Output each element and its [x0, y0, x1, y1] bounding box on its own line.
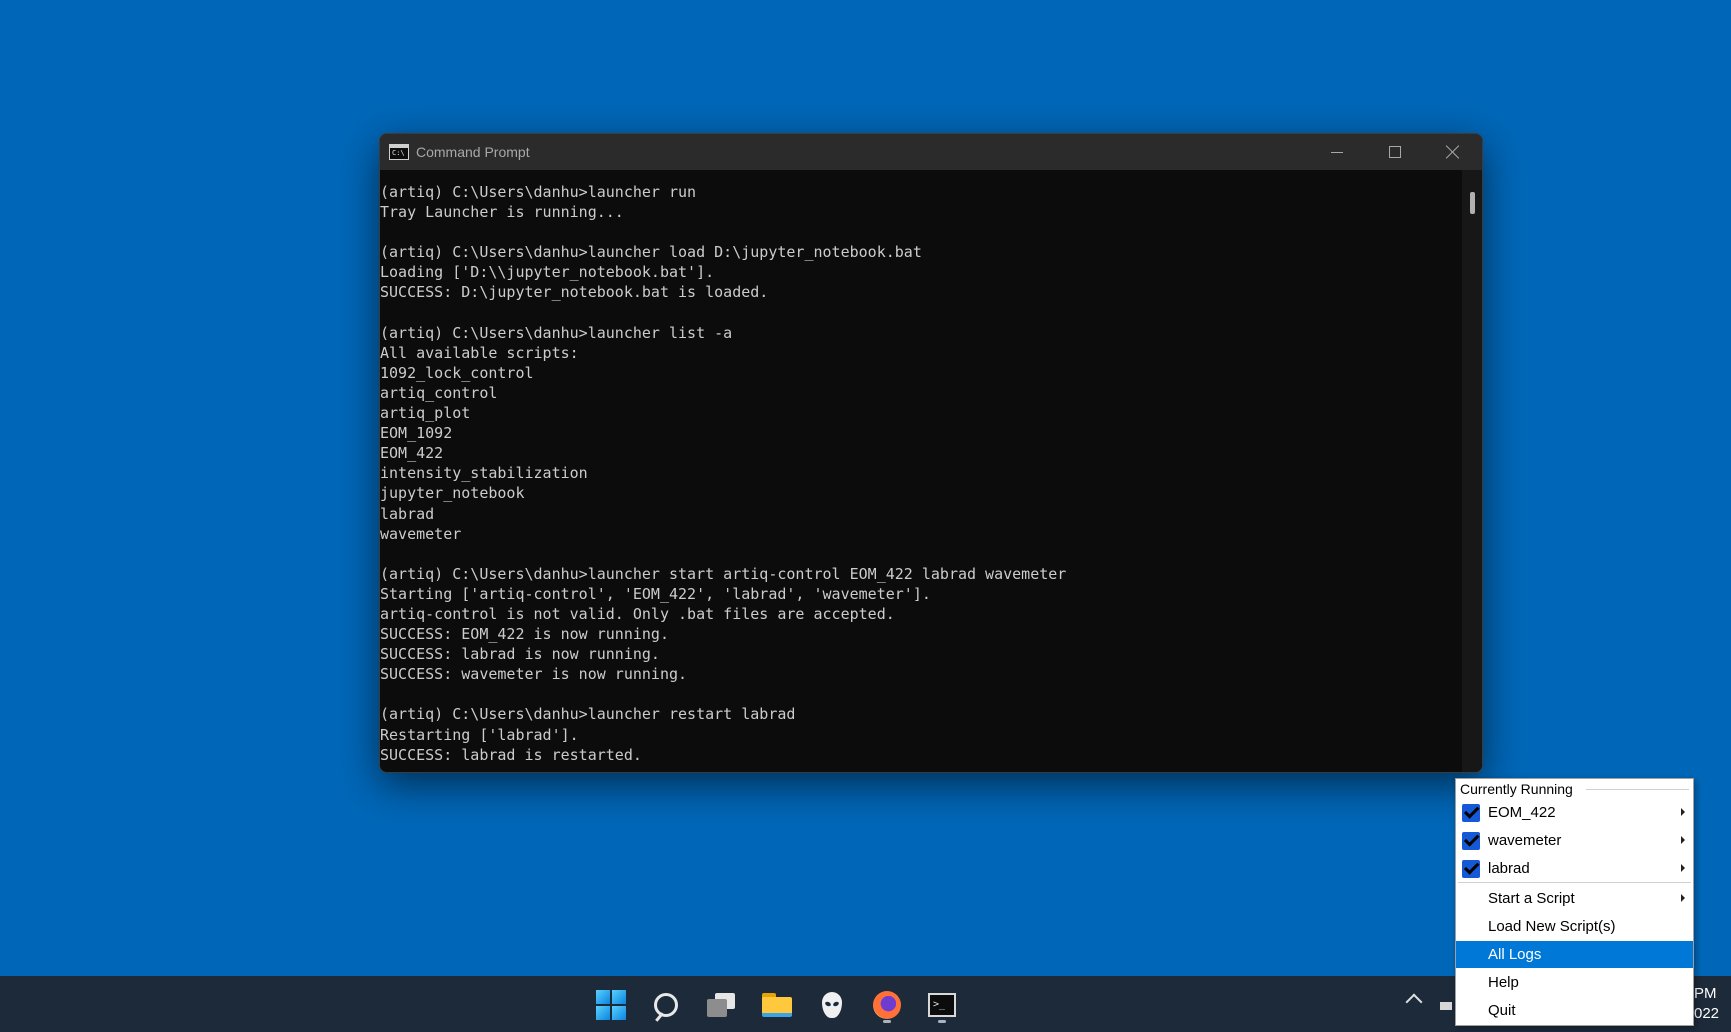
checkbox-checked-icon[interactable] — [1462, 832, 1480, 850]
firefox-icon — [873, 991, 901, 1019]
console-line: (artiq) C:\Users\danhu>launcher restart … — [380, 705, 796, 724]
menu-item-all-logs[interactable]: All Logs — [1456, 941, 1693, 968]
menu-separator — [1458, 882, 1691, 883]
window-controls — [1308, 134, 1482, 170]
menu-item-label: Load New Script(s) — [1488, 918, 1616, 935]
console-line: SUCCESS: D:\jupyter_notebook.bat is load… — [380, 283, 769, 302]
menu-item-label: labrad — [1488, 860, 1530, 877]
taskbar-clock[interactable]: PM 022 — [1694, 984, 1719, 1024]
menu-item-label: EOM_422 — [1488, 804, 1556, 821]
menu-item-wavemeter[interactable]: wavemeter — [1456, 827, 1693, 854]
alien-icon — [822, 992, 842, 1018]
console-line: All available scripts: — [380, 343, 579, 362]
menu-item-help[interactable]: Help — [1456, 969, 1693, 996]
menu-item-label: Quit — [1488, 1002, 1516, 1019]
tray-context-menu: Currently Running EOM_422 wavemeter labr… — [1455, 778, 1694, 1026]
minimize-icon — [1331, 151, 1343, 153]
currently-running-label: Currently Running — [1460, 781, 1577, 797]
running-indicator — [938, 1020, 946, 1023]
console-line: Tray Launcher is running... — [380, 203, 624, 222]
cmd-app-icon: C:\ — [389, 144, 409, 160]
console-line: EOM_422 — [380, 444, 444, 463]
title-bar[interactable]: C:\ Command Prompt — [380, 134, 1482, 170]
submenu-arrow-icon — [1681, 836, 1685, 844]
window-title: Command Prompt — [416, 144, 530, 160]
console-line: Starting ['artiq-control', 'EOM_422', 'l… — [380, 584, 931, 603]
task-view-button[interactable] — [701, 985, 741, 1025]
console-line: Loading ['D:\\jupyter_notebook.bat']. — [380, 263, 715, 282]
menu-item-start-a-script[interactable]: Start a Script — [1456, 885, 1693, 912]
console-line: EOM_1092 — [380, 424, 453, 443]
console-line: (artiq) C:\Users\danhu>launcher list -a — [380, 323, 733, 342]
file-explorer-button[interactable] — [757, 985, 797, 1025]
firefox-button[interactable] — [867, 985, 907, 1025]
search-button[interactable] — [646, 985, 686, 1025]
terminal-icon: >_ — [928, 993, 956, 1017]
console-line: labrad — [380, 504, 435, 523]
close-button[interactable] — [1424, 134, 1482, 170]
folder-icon — [762, 993, 792, 1017]
command-prompt-window[interactable]: C:\ Command Prompt (artiq) C:\Users\danh… — [379, 133, 1483, 773]
menu-item-label: wavemeter — [1488, 832, 1562, 849]
minimize-button[interactable] — [1308, 134, 1366, 170]
clock-date: 022 — [1694, 1005, 1720, 1022]
start-button[interactable] — [591, 985, 631, 1025]
console-line: artiq_control — [380, 383, 498, 402]
clock-time: PM — [1694, 985, 1717, 1002]
checkbox-checked-icon[interactable] — [1462, 804, 1480, 822]
console-line: artiq_plot — [380, 404, 471, 423]
menu-item-labrad[interactable]: labrad — [1456, 855, 1693, 882]
scrollbar-thumb[interactable] — [1470, 192, 1475, 214]
task-view-icon — [707, 993, 735, 1017]
console-line: wavemeter — [380, 524, 462, 543]
menu-item-label: All Logs — [1488, 946, 1542, 963]
tray-app-icon[interactable] — [1440, 1002, 1452, 1010]
windows-start-icon — [596, 990, 626, 1020]
submenu-arrow-icon — [1681, 894, 1685, 902]
vertical-scrollbar[interactable] — [1462, 170, 1482, 772]
menu-item-eom-422[interactable]: EOM_422 — [1456, 799, 1693, 826]
console-line: (artiq) C:\Users\danhu>launcher start ar… — [380, 564, 1067, 583]
menu-item-label: Start a Script — [1488, 890, 1575, 907]
maximize-icon — [1389, 146, 1401, 158]
console-line: Restarting ['labrad']. — [380, 725, 579, 744]
search-icon — [654, 993, 678, 1017]
section-divider — [1586, 789, 1689, 790]
checkbox-checked-icon[interactable] — [1462, 860, 1480, 878]
console-line: 1092_lock_control — [380, 363, 534, 382]
close-icon — [1446, 145, 1460, 159]
console-line: SUCCESS: labrad is restarted. — [380, 745, 642, 764]
maximize-button[interactable] — [1366, 134, 1424, 170]
console-line: artiq-control is not valid. Only .bat fi… — [380, 604, 895, 623]
menu-item-label: Help — [1488, 974, 1519, 991]
running-indicator — [883, 1020, 891, 1023]
console-line: (artiq) C:\Users\danhu>launcher run — [380, 183, 697, 201]
menu-item-quit[interactable]: Quit — [1456, 997, 1693, 1024]
submenu-arrow-icon — [1681, 808, 1685, 816]
console-line: (artiq) C:\Users\danhu>launcher load D:\… — [380, 243, 922, 262]
console-line: intensity_stabilization — [380, 464, 588, 483]
menu-item-load-new-scripts[interactable]: Load New Script(s) — [1456, 913, 1693, 940]
console-line: SUCCESS: labrad is now running. — [380, 645, 660, 664]
console-line: jupyter_notebook — [380, 484, 525, 503]
submenu-arrow-icon — [1681, 864, 1685, 872]
console-line: SUCCESS: EOM_422 is now running. — [380, 625, 669, 644]
console-line: SUCCESS: wavemeter is now running. — [380, 665, 688, 684]
console-output[interactable]: (artiq) C:\Users\danhu>launcher run Tray … — [380, 170, 1462, 772]
alienware-button[interactable] — [812, 985, 852, 1025]
terminal-button[interactable]: >_ — [922, 985, 962, 1025]
